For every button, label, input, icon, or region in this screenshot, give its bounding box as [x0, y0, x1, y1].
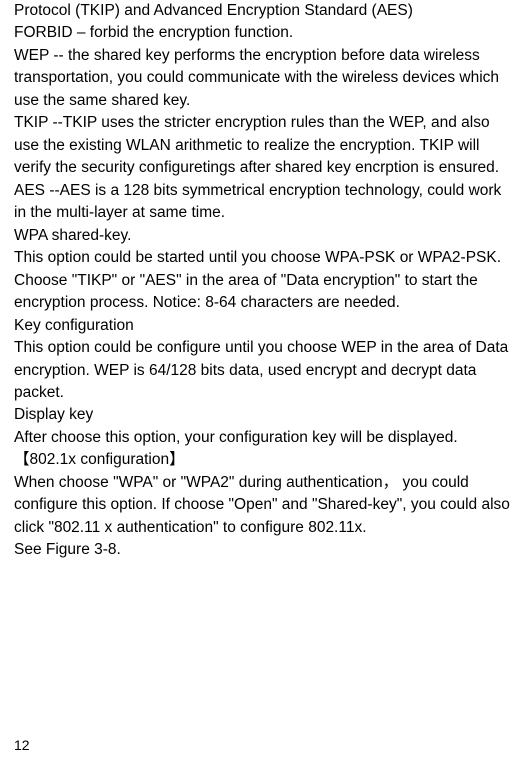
body-text: This option could be started until you c… — [14, 247, 510, 314]
document-body: Protocol (TKIP) and Advanced Encryption … — [14, 0, 510, 562]
body-text: Protocol (TKIP) and Advanced Encryption … — [14, 0, 510, 22]
body-text: TKIP --TKIP uses the stricter encryption… — [14, 112, 510, 179]
body-text: Display key — [14, 404, 510, 426]
body-text: See Figure 3-8. — [14, 539, 510, 561]
body-text: WPA shared-key. — [14, 225, 510, 247]
body-text: WEP -- the shared key performs the encry… — [14, 45, 510, 112]
body-text: This option could be configure until you… — [14, 337, 510, 404]
page-number: 12 — [14, 735, 30, 755]
body-text: 【802.1x configuration】 — [14, 449, 510, 471]
body-text: When choose "WPA" or "WPA2" during authe… — [14, 472, 510, 539]
body-text: AES --AES is a 128 bits symmetrical encr… — [14, 180, 510, 225]
body-text: After choose this option, your configura… — [14, 427, 510, 449]
body-text: Key configuration — [14, 315, 510, 337]
body-text: FORBID – forbid the encryption function. — [14, 22, 510, 44]
